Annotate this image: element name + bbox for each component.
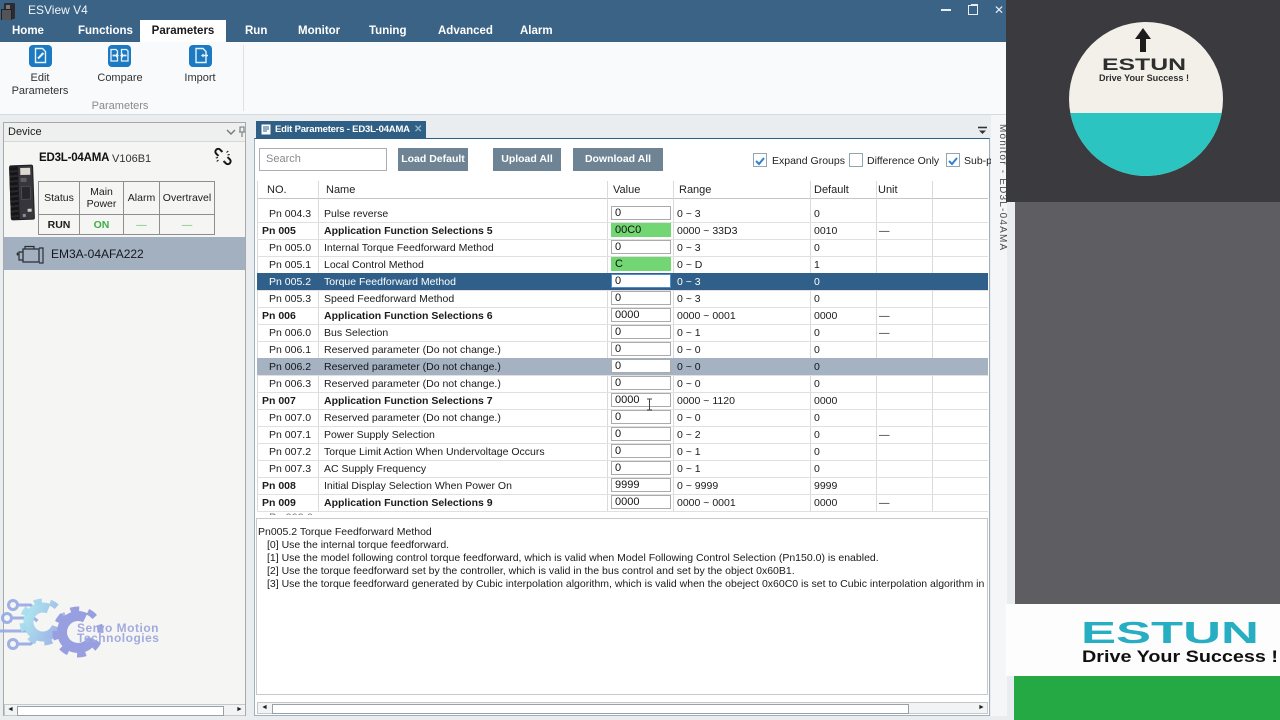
svg-text:Technologies: Technologies [77, 631, 159, 645]
svg-text:Drive Your Success !: Drive Your Success ! [1082, 648, 1278, 666]
svg-text:Drive Your Success !: Drive Your Success ! [1099, 73, 1189, 83]
svg-text:ESTUN: ESTUN [1102, 55, 1186, 74]
svg-text:ESTUN: ESTUN [1081, 615, 1259, 650]
